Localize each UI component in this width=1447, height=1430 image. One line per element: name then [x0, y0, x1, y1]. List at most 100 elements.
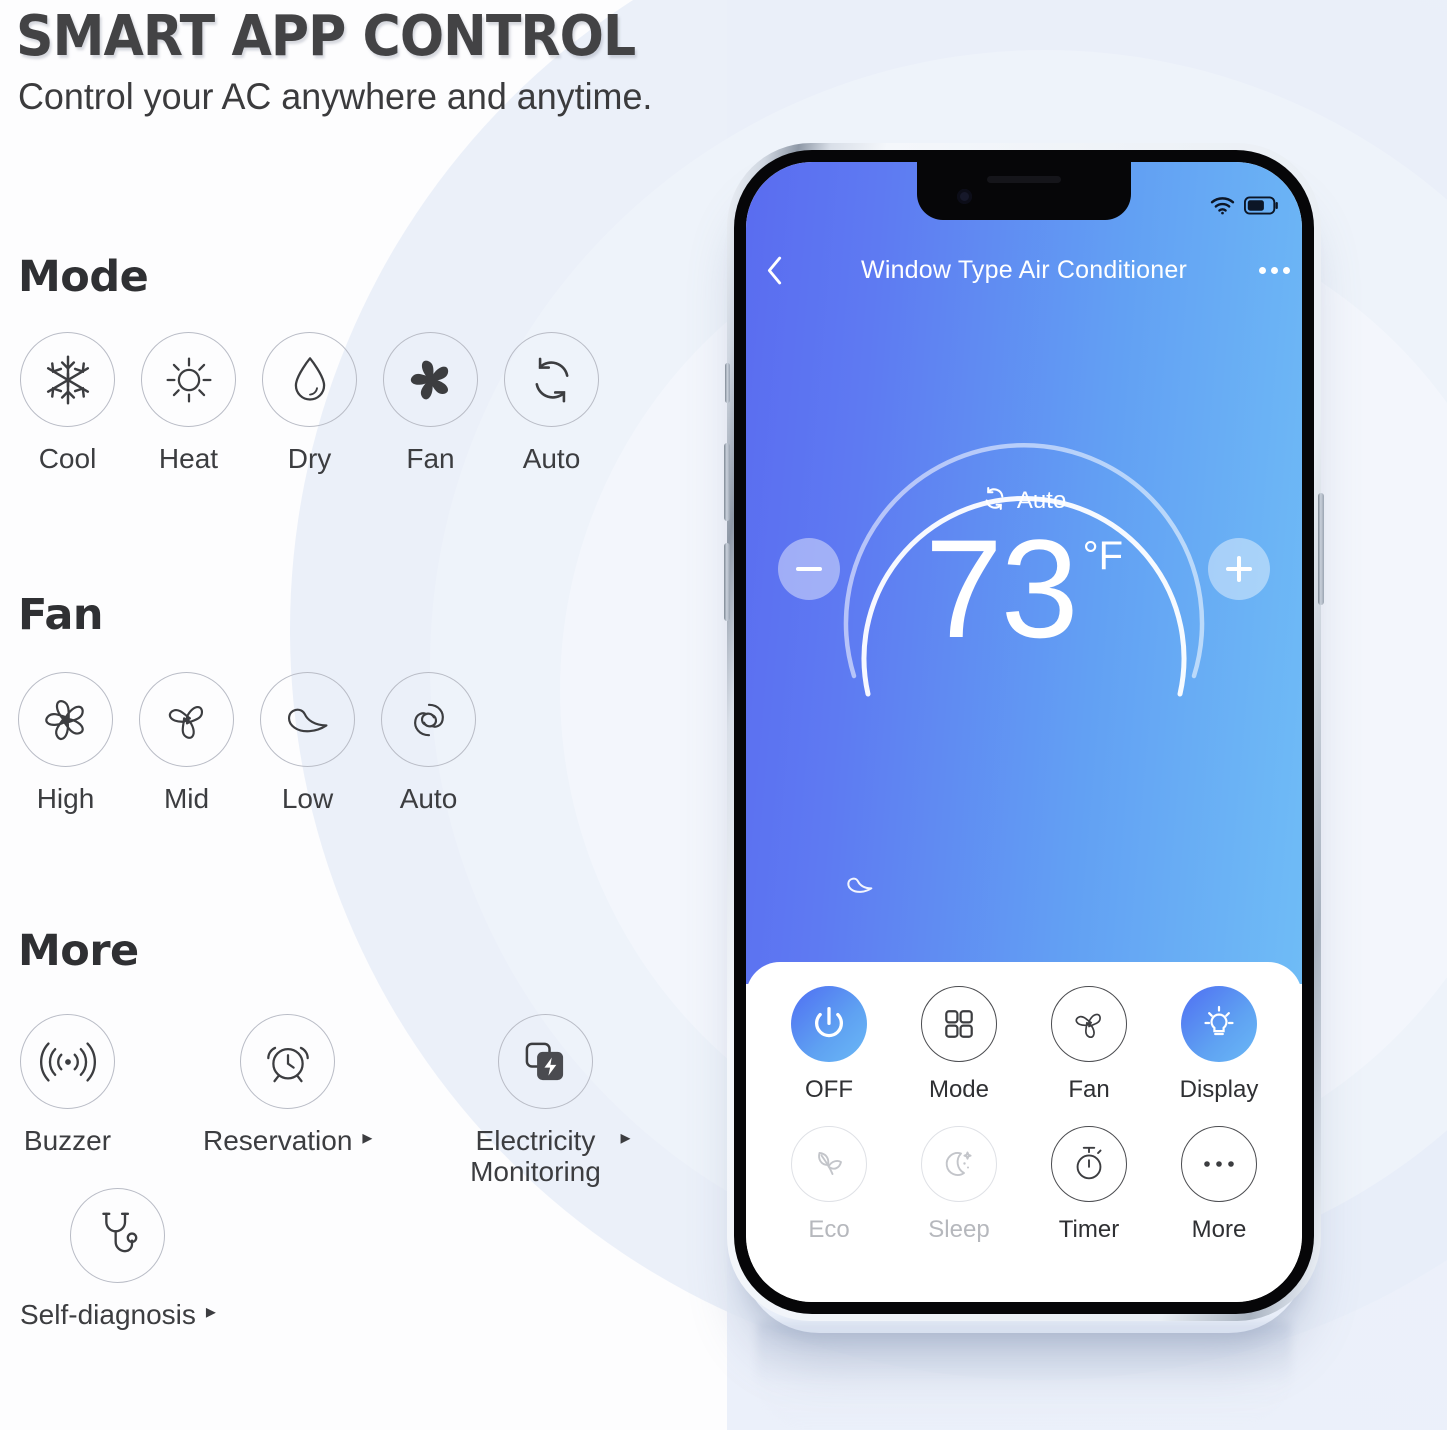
wifi-icon [1210, 196, 1235, 220]
control-label: More [1191, 1216, 1247, 1243]
control-fan[interactable]: Fan [1030, 986, 1148, 1104]
more-item-label: Electricity Monitoring [470, 1125, 601, 1188]
section-heading-fan: Fan [18, 590, 103, 640]
temperature-unit: °F [1082, 534, 1124, 578]
moon-stars-icon [921, 1126, 997, 1202]
control-label: Eco [808, 1216, 850, 1243]
mode-item-label: Heat [158, 443, 219, 474]
phone-reflection [757, 1322, 1291, 1430]
battery-icon [1244, 196, 1280, 220]
status-bar [1210, 196, 1280, 220]
more-item-label: Self-diagnosis [20, 1299, 196, 1330]
more-item-electricity-monitoring[interactable]: Electricity Monitoring ▸ [460, 1014, 631, 1188]
page-title: SMART APP CONTROL [16, 4, 636, 69]
fan-three-blade-icon [1051, 986, 1127, 1062]
more-item-label: Buzzer [23, 1125, 112, 1156]
control-off[interactable]: OFF [770, 986, 888, 1104]
control-timer[interactable]: Timer [1030, 1126, 1148, 1244]
control-eco[interactable]: Eco [770, 1126, 888, 1244]
more-item-buzzer[interactable]: Buzzer [20, 1014, 115, 1156]
mode-icon-grid: Cool Heat Dry Fan Auto [20, 332, 599, 474]
control-label: Sleep [928, 1216, 990, 1243]
phone-notch [917, 162, 1131, 220]
droplet-icon [262, 332, 357, 427]
more-item-self-diagnosis[interactable]: Self-diagnosis ▸ [20, 1188, 216, 1330]
control-label: Mode [928, 1076, 990, 1103]
snowflake-icon [20, 332, 115, 427]
control-row-primary: OFF Mode Fan Display [746, 986, 1302, 1104]
mode-item-dry[interactable]: Dry [262, 332, 357, 474]
chevron-right-icon[interactable]: ▸ [362, 1125, 372, 1150]
control-row-secondary: Eco Sleep Timer More [746, 1126, 1302, 1244]
sound-waves-icon [20, 1014, 115, 1109]
more-icon-grid-row2: Self-diagnosis ▸ [20, 1188, 216, 1330]
volume-up-button[interactable] [724, 443, 730, 521]
mode-item-fan[interactable]: Fan [383, 332, 478, 474]
overflow-menu-icon[interactable] [1246, 266, 1302, 274]
fan-item-high[interactable]: High [18, 672, 113, 814]
fan-five-blade-icon [18, 672, 113, 767]
lightbulb-icon [1181, 986, 1257, 1062]
temperature-dial: Auto 73 °F [746, 394, 1302, 754]
alarm-clock-icon [240, 1014, 336, 1109]
control-label: Timer [1058, 1216, 1120, 1243]
leaves-icon [791, 1126, 867, 1202]
section-heading-more: More [18, 926, 139, 976]
fan-single-leaf-icon [260, 672, 355, 767]
section-heading-mode: Mode [18, 252, 149, 302]
fan-item-mid[interactable]: Mid [139, 672, 234, 814]
control-mode[interactable]: Mode [900, 986, 1018, 1104]
more-item-caption: Buzzer [24, 1125, 111, 1156]
fan-icon-grid: High Mid Low Auto [18, 672, 476, 814]
fan-three-blade-icon [139, 672, 234, 767]
back-chevron-icon[interactable] [746, 255, 802, 286]
control-display[interactable]: Display [1160, 986, 1278, 1104]
temperature-value: 73 [924, 510, 1079, 667]
app-bar-title: Window Type Air Conditioner [861, 255, 1187, 284]
more-item-reservation[interactable]: Reservation ▸ [203, 1014, 372, 1156]
more-item-caption: Self-diagnosis ▸ [20, 1299, 216, 1330]
fan-item-auto[interactable]: Auto [381, 672, 476, 814]
mode-item-label: Cool [38, 443, 97, 474]
phone-screen: Window Type Air Conditioner Auto 73 °F O… [746, 162, 1302, 1302]
stethoscope-icon [70, 1188, 166, 1283]
more-icon-grid-row1: Buzzer Reservation ▸ Electricity Monitor… [20, 1014, 631, 1188]
control-sleep[interactable]: Sleep [900, 1126, 1018, 1244]
fan-blades-icon [383, 332, 478, 427]
ellipsis-icon [1181, 1126, 1257, 1202]
mode-item-label: Auto [522, 443, 581, 474]
chevron-right-icon[interactable]: ▸ [206, 1299, 216, 1324]
more-item-caption: Reservation ▸ [203, 1125, 372, 1156]
power-icon [791, 986, 867, 1062]
control-more[interactable]: More [1160, 1126, 1278, 1244]
power-side-button[interactable] [1318, 493, 1324, 605]
volume-down-button[interactable] [724, 543, 730, 621]
grid-squares-icon [921, 986, 997, 1062]
fan-item-label: Low [281, 783, 334, 814]
fan-item-label: Mid [163, 783, 210, 814]
silent-switch[interactable] [725, 363, 730, 403]
control-label: OFF [805, 1076, 853, 1103]
swing-indicator-icon[interactable] [844, 874, 876, 901]
page-root: SMART APP CONTROL Control your AC anywhe… [0, 0, 1447, 1430]
mode-item-heat[interactable]: Heat [141, 332, 236, 474]
fan-item-low[interactable]: Low [260, 672, 355, 814]
fan-item-label: High [36, 783, 95, 814]
fan-item-label: Auto [399, 783, 458, 814]
mode-item-auto[interactable]: Auto [504, 332, 599, 474]
auto-cycle-icon [504, 332, 599, 427]
app-bar: Window Type Air Conditioner [746, 248, 1302, 292]
fan-swirl-icon [381, 672, 476, 767]
dial-readout: Auto 73 °F [746, 394, 1302, 667]
temperature-readout: 73 °F [924, 510, 1124, 667]
page-subtitle: Control your AC anywhere and anytime. [18, 76, 653, 117]
mode-item-label: Dry [287, 443, 332, 474]
more-item-label: Reservation [203, 1125, 353, 1156]
control-label: Display [1179, 1076, 1259, 1103]
control-panel: OFF Mode Fan Display Eco Sleep Timer Mor… [746, 962, 1302, 1302]
phone-mockup: Window Type Air Conditioner Auto 73 °F O… [724, 143, 1324, 1321]
sun-icon [141, 332, 236, 427]
mode-item-cool[interactable]: Cool [20, 332, 115, 474]
mode-item-label: Fan [406, 443, 455, 474]
chevron-right-icon[interactable]: ▸ [620, 1125, 630, 1150]
